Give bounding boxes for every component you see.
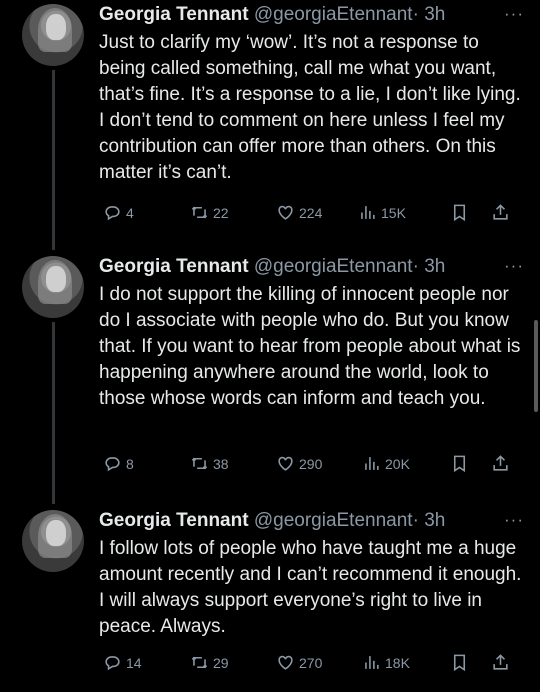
share-icon — [493, 204, 508, 220]
reply-icon — [105, 656, 120, 671]
display-name[interactable]: Georgia Tennant — [99, 4, 249, 25]
bookmark-icon — [453, 654, 466, 672]
like-button[interactable]: 224 — [276, 203, 322, 222]
views-icon — [361, 206, 375, 219]
retweet-button[interactable]: 38 — [190, 454, 229, 473]
bookmark-button[interactable] — [450, 653, 469, 672]
timestamp[interactable]: · 3h — [413, 256, 446, 277]
user-handle[interactable]: @georgiaEtennant — [254, 4, 413, 25]
reply-count: 8 — [126, 455, 134, 472]
bookmark-icon — [453, 455, 466, 473]
tweet-text: I do not support the killing of innocent… — [99, 284, 521, 409]
tweet-text: I follow lots of people who have taught … — [99, 538, 522, 637]
share-icon — [493, 654, 508, 670]
reply-button[interactable]: 14 — [103, 653, 142, 672]
retweet-count: 38 — [213, 455, 229, 472]
avatar[interactable] — [22, 256, 84, 318]
display-name[interactable]: Georgia Tennant — [99, 256, 249, 277]
like-icon — [278, 456, 293, 471]
view-count: 15K — [381, 204, 406, 221]
views-button[interactable]: 15K — [358, 203, 406, 222]
more-icon[interactable]: ··· — [504, 256, 524, 276]
views-button[interactable]: 18K — [362, 653, 410, 672]
reply-count: 4 — [126, 204, 134, 221]
action-bar: 14 29 270 18K — [0, 653, 540, 677]
retweet-icon — [191, 656, 208, 669]
reply-count: 14 — [126, 654, 142, 671]
retweet-icon — [191, 457, 208, 470]
reply-icon — [105, 457, 120, 472]
reply-button[interactable]: 4 — [103, 203, 134, 222]
retweet-icon — [191, 206, 208, 219]
views-button[interactable]: 20K — [362, 454, 410, 473]
tweet-header: Georgia Tennant @georgiaEtennant· 3h ··· — [99, 4, 528, 30]
like-icon — [278, 205, 293, 220]
avatar[interactable] — [22, 510, 84, 572]
more-icon[interactable]: ··· — [504, 4, 524, 24]
action-bar: 8 38 290 20K — [0, 454, 540, 478]
like-icon — [278, 655, 293, 670]
more-icon[interactable]: ··· — [504, 510, 524, 530]
like-count: 224 — [299, 204, 323, 221]
user-handle[interactable]: @georgiaEtennant — [254, 256, 413, 277]
retweet-count: 22 — [213, 204, 229, 221]
tweet-header: Georgia Tennant @georgiaEtennant· 3h ··· — [99, 256, 528, 282]
like-button[interactable]: 290 — [276, 454, 322, 473]
share-button[interactable] — [491, 203, 510, 222]
display-name[interactable]: Georgia Tennant — [99, 510, 249, 531]
tweet[interactable]: Georgia Tennant @georgiaEtennant· 3h ···… — [0, 256, 540, 486]
timestamp[interactable]: · 3h — [413, 4, 446, 25]
share-icon — [493, 455, 508, 471]
tweet-header: Georgia Tennant @georgiaEtennant· 3h ··· — [99, 510, 528, 536]
user-handle[interactable]: @georgiaEtennant — [254, 510, 413, 531]
like-count: 290 — [299, 455, 323, 472]
views-icon — [365, 457, 379, 470]
retweet-count: 29 — [213, 654, 229, 671]
bookmark-button[interactable] — [450, 203, 469, 222]
like-button[interactable]: 270 — [276, 653, 322, 672]
scrollbar[interactable] — [534, 320, 538, 412]
share-button[interactable] — [491, 454, 510, 473]
retweet-button[interactable]: 22 — [190, 203, 229, 222]
view-count: 18K — [385, 654, 410, 671]
reply-button[interactable]: 8 — [103, 454, 134, 473]
tweet[interactable]: Georgia Tennant @georgiaEtennant· 3h ···… — [0, 4, 540, 234]
avatar[interactable] — [22, 4, 84, 66]
view-count: 20K — [385, 455, 410, 472]
tweet[interactable]: Georgia Tennant @georgiaEtennant· 3h ···… — [0, 510, 540, 690]
reply-icon — [105, 206, 120, 221]
share-button[interactable] — [491, 653, 510, 672]
timestamp[interactable]: · 3h — [413, 510, 446, 531]
bookmark-icon — [453, 204, 466, 222]
action-bar: 4 22 224 15K — [0, 203, 540, 227]
retweet-button[interactable]: 29 — [190, 653, 229, 672]
tweet-text: Just to clarify my ‘wow’. It’s not a res… — [99, 32, 521, 183]
views-icon — [365, 656, 379, 669]
bookmark-button[interactable] — [450, 454, 469, 473]
like-count: 270 — [299, 654, 323, 671]
